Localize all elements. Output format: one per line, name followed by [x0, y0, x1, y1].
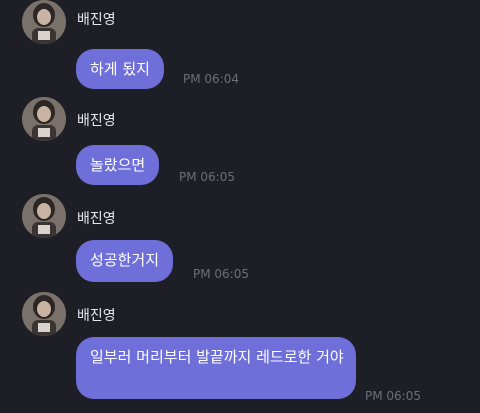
- message-bubble[interactable]: 하게 됬지: [76, 49, 164, 89]
- avatar-photo-icon: [22, 292, 66, 336]
- message-time: PM 06:05: [365, 389, 421, 403]
- message-bubble[interactable]: 성공한거지: [76, 240, 174, 282]
- message-bubble[interactable]: 놀랐으면: [76, 145, 160, 185]
- avatar[interactable]: [22, 292, 66, 336]
- sender-name: 배진영: [77, 113, 116, 129]
- avatar-photo-icon: [22, 194, 66, 238]
- avatar[interactable]: [22, 0, 66, 44]
- message-time: PM 06:05: [179, 170, 235, 184]
- message-time: PM 06:04: [183, 72, 239, 86]
- message-bubble[interactable]: 일부러 머리부터 발끝까지 레드로한 거야: [76, 337, 356, 399]
- sender-name: 배진영: [77, 308, 116, 324]
- message-time: PM 06:05: [193, 267, 249, 281]
- avatar[interactable]: [22, 97, 66, 141]
- avatar[interactable]: [22, 194, 66, 238]
- chat-area: 배진영 하게 됬지 PM 06:04 배진영 놀랐으면 PM 06:05 배진영…: [0, 0, 480, 413]
- sender-name: 배진영: [77, 12, 116, 28]
- avatar-photo-icon: [22, 0, 66, 44]
- avatar-photo-icon: [22, 97, 66, 141]
- sender-name: 배진영: [77, 211, 116, 227]
